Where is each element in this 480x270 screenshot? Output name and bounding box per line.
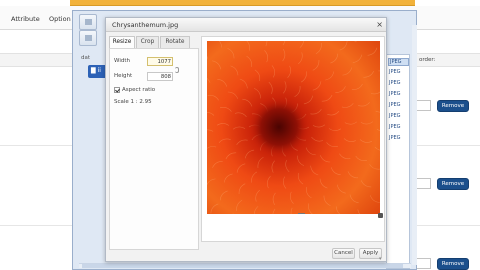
resize-handle-icon[interactable] bbox=[378, 213, 383, 218]
flower-image bbox=[207, 41, 380, 214]
file-item[interactable]: JPEG bbox=[389, 80, 401, 86]
file-item[interactable]: JPEG bbox=[389, 135, 401, 141]
crop-handle[interactable] bbox=[298, 213, 305, 214]
cancel-button[interactable]: Cancel bbox=[332, 248, 355, 259]
width-input[interactable]: 1077 bbox=[147, 57, 173, 66]
toolbar-button[interactable] bbox=[79, 14, 97, 30]
back-icon bbox=[85, 19, 92, 25]
scroll-down-icon[interactable]: ▾ bbox=[379, 256, 385, 262]
dialog-title: Chrysanthemum.jpg bbox=[112, 21, 179, 29]
height-label: Height bbox=[114, 73, 133, 79]
file-item[interactable]: JPEG bbox=[388, 58, 409, 66]
remove-button[interactable]: Remove bbox=[437, 178, 469, 190]
file-item[interactable]: JPEG bbox=[389, 124, 401, 130]
aspect-ratio-checkbox[interactable] bbox=[114, 87, 120, 93]
file-item[interactable]: JPEG bbox=[389, 113, 401, 119]
file-item[interactable]: JPEG bbox=[389, 69, 401, 75]
image-editor-dialog: Chrysanthemum.jpg × Resize Crop Rotate W… bbox=[105, 17, 387, 262]
remove-button[interactable]: Remove bbox=[437, 258, 469, 270]
close-icon[interactable]: × bbox=[376, 19, 383, 30]
image-preview bbox=[201, 36, 385, 242]
remove-button[interactable]: Remove bbox=[437, 100, 469, 112]
link-icon[interactable] bbox=[175, 67, 179, 73]
height-input[interactable]: 808 bbox=[147, 72, 173, 81]
tab-attribute[interactable]: Attribute bbox=[11, 15, 40, 23]
horizontal-scrollbar[interactable] bbox=[79, 263, 411, 268]
sort-order-input[interactable] bbox=[416, 258, 431, 269]
resize-panel: Width 1077 Height 808 Aspect ratio Scale… bbox=[109, 48, 199, 250]
tab-crop[interactable]: Crop bbox=[136, 36, 159, 48]
preview-image[interactable] bbox=[207, 41, 380, 214]
file-item[interactable]: JPEG bbox=[389, 102, 401, 108]
scale-text: Scale 1 : 2.95 bbox=[114, 99, 152, 105]
tab-rotate[interactable]: Rotate bbox=[160, 36, 190, 48]
file-list: JPEG JPEG JPEG JPEG JPEG JPEG JPEG JPEG bbox=[386, 54, 410, 269]
sort-order-header: order: bbox=[419, 57, 436, 63]
folder-icon: ▇ bbox=[91, 67, 96, 74]
forward-icon bbox=[85, 35, 92, 41]
aspect-ratio-label: Aspect ratio bbox=[122, 87, 156, 93]
sort-order-input[interactable] bbox=[416, 100, 431, 111]
toolbar-button[interactable] bbox=[79, 30, 97, 46]
width-label: Width bbox=[114, 58, 130, 64]
file-item[interactable]: JPEG bbox=[389, 91, 401, 97]
tab-resize[interactable]: Resize bbox=[109, 36, 135, 48]
scrollbar-thumb[interactable] bbox=[82, 264, 403, 268]
folder-label: ii bbox=[97, 67, 101, 74]
tab-option[interactable]: Option bbox=[49, 15, 71, 23]
sort-order-input[interactable] bbox=[416, 178, 431, 189]
vertical-scrollbar[interactable] bbox=[412, 25, 417, 265]
dialog-titlebar[interactable]: Chrysanthemum.jpg × bbox=[106, 18, 386, 32]
tree-root-label[interactable]: dat bbox=[81, 55, 90, 61]
